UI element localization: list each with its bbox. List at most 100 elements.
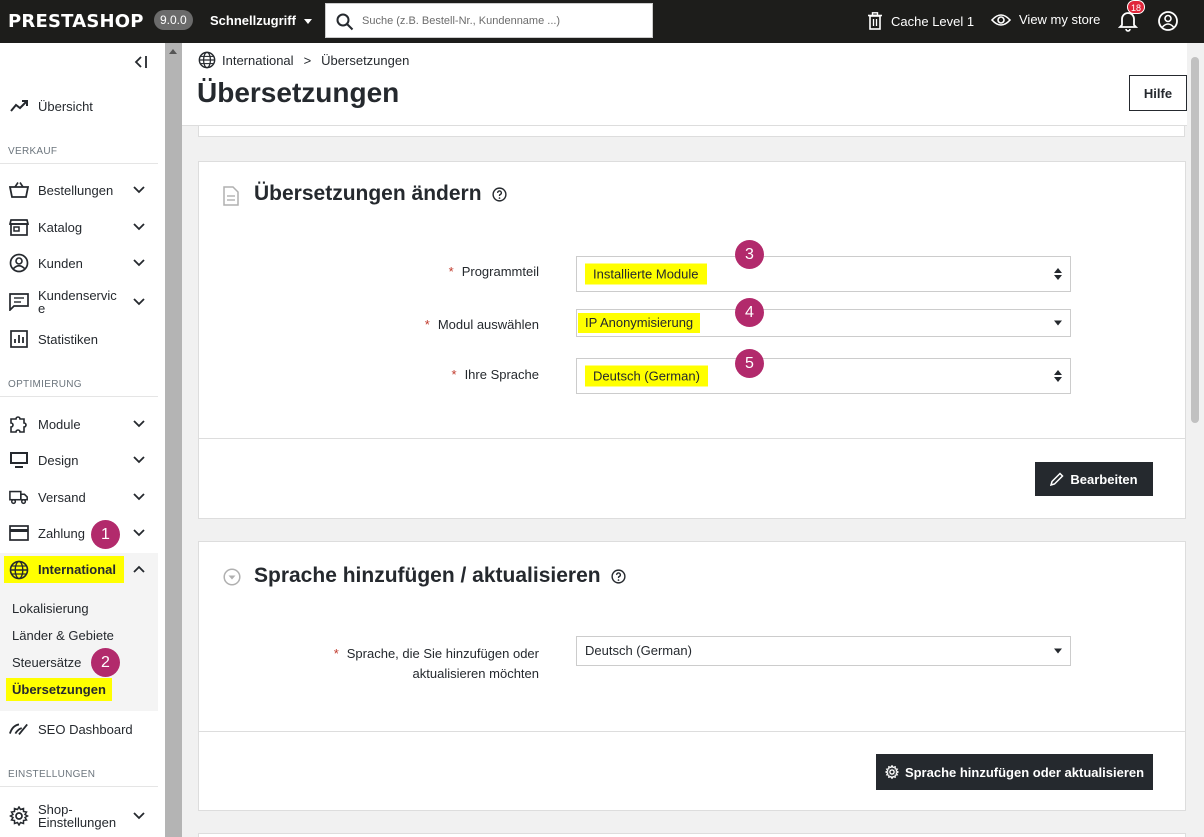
type-select-value: Installierte Module xyxy=(585,263,707,285)
cache-button[interactable]: Cache Level 1 xyxy=(867,12,974,30)
module-label: * Modul auswählen xyxy=(424,317,539,332)
type-select[interactable]: Installierte Module xyxy=(576,256,1071,292)
seo-gauge-icon xyxy=(9,719,29,739)
chart-icon xyxy=(9,329,29,349)
sidebar-item-seo[interactable]: SEO Dashboard xyxy=(0,714,158,744)
main-scrollbar[interactable] xyxy=(1187,43,1204,837)
search-box[interactable] xyxy=(325,3,653,38)
sidebar-item-shop-settings[interactable]: Shop-Einstellungen xyxy=(0,800,158,832)
eye-icon xyxy=(991,13,1011,26)
search-icon xyxy=(336,13,354,31)
globe-icon xyxy=(198,51,216,69)
sidebar-subitem-translations[interactable]: Übersetzungen xyxy=(6,678,112,701)
divider xyxy=(0,396,158,397)
card-title-text: Sprache hinzufügen / aktualisieren xyxy=(254,564,601,587)
add-language-select-value: Deutsch (German) xyxy=(585,643,692,658)
sidebar-scrollbar[interactable] xyxy=(165,43,182,837)
chevron-up-icon xyxy=(133,565,145,573)
step-badge-5: 5 xyxy=(735,349,764,378)
collapse-sidebar-icon[interactable] xyxy=(132,55,148,69)
top-bar: PRESTASHOP 9.0.0 Schnellzugriff Cache Le… xyxy=(0,0,1204,43)
trash-icon xyxy=(868,12,882,30)
chevron-down-icon xyxy=(133,812,145,820)
breadcrumb-separator: > xyxy=(303,52,312,68)
card-footer: Sprache hinzufügen oder aktualisieren xyxy=(199,731,1185,811)
sidebar-item-shipping[interactable]: Versand xyxy=(0,482,158,512)
user-circle-icon xyxy=(9,253,29,273)
chevron-down-icon xyxy=(133,493,145,501)
chevron-down-icon xyxy=(133,456,145,464)
language-select[interactable]: Deutsch (German) xyxy=(576,358,1071,394)
help-circle-icon[interactable] xyxy=(491,186,507,202)
sidebar-subitem-taxes[interactable]: Steuersätze xyxy=(12,655,81,670)
add-language-card: Sprache hinzufügen / aktualisieren * Spra… xyxy=(198,541,1186,811)
sidebar-item-customer-service[interactable]: Kundenservic e xyxy=(0,286,158,318)
sidebar-item-label: Module xyxy=(38,416,81,432)
chat-icon xyxy=(9,292,29,312)
sidebar-item-orders[interactable]: Bestellungen xyxy=(0,175,158,205)
chevron-down-icon xyxy=(133,529,145,537)
scrollbar-thumb[interactable] xyxy=(1191,57,1199,423)
scroll-up-arrow[interactable] xyxy=(169,49,177,54)
sidebar-item-label: Kundenservic e xyxy=(38,288,117,316)
gear-icon xyxy=(9,806,29,826)
step-badge-3: 3 xyxy=(735,240,764,269)
section-sales: VERKAUF xyxy=(8,146,58,157)
view-store-label: View my store xyxy=(1019,12,1101,27)
chevron-down-icon xyxy=(133,259,145,267)
card-footer: Bearbeiten xyxy=(199,438,1185,518)
sidebar-subitem-countries[interactable]: Länder & Gebiete xyxy=(12,628,114,643)
add-update-language-button[interactable]: Sprache hinzufügen oder aktualisieren xyxy=(876,754,1153,790)
divider xyxy=(0,163,158,164)
chevron-down-icon xyxy=(133,420,145,428)
page-header: International > Übersetzungen Übersetzun… xyxy=(182,43,1187,126)
edit-button[interactable]: Bearbeiten xyxy=(1035,462,1153,496)
edit-button-label: Bearbeiten xyxy=(1070,471,1138,487)
sidebar-item-label: Katalog xyxy=(38,219,83,235)
version-badge: 9.0.0 xyxy=(154,10,193,30)
notification-count-badge: 18 xyxy=(1127,0,1145,14)
sidebar-item-statistics[interactable]: Statistiken xyxy=(0,324,158,354)
next-card-top xyxy=(198,833,1186,837)
sidebar-item-design[interactable]: Design xyxy=(0,445,158,475)
globe-icon xyxy=(9,560,29,580)
help-button[interactable]: Hilfe xyxy=(1129,75,1187,111)
sidebar-item-overview[interactable]: Übersicht xyxy=(0,91,158,121)
expand-circle-icon[interactable] xyxy=(223,568,241,586)
add-update-language-label: Sprache hinzufügen oder aktualisieren xyxy=(904,764,1145,780)
sidebar-item-label: Design xyxy=(38,452,79,468)
breadcrumb-parent[interactable]: International xyxy=(222,53,294,68)
add-language-select[interactable]: Deutsch (German) xyxy=(576,636,1071,666)
search-input[interactable] xyxy=(362,12,642,30)
sidebar-item-customers[interactable]: Kunden xyxy=(0,248,158,278)
language-select-value: Deutsch (German) xyxy=(585,365,708,387)
sidebar-item-modules[interactable]: Module xyxy=(0,409,158,439)
gear-icon xyxy=(884,765,899,779)
card-title-text: Übersetzungen ändern xyxy=(254,182,482,205)
prestashop-logo[interactable]: PRESTASHOP xyxy=(8,11,144,32)
view-store-link[interactable]: View my store xyxy=(991,12,1100,27)
chevron-down-icon xyxy=(133,186,145,194)
language-label: * Ihre Sprache xyxy=(451,367,540,382)
module-select-value: IP Anonymisierung xyxy=(578,313,701,333)
caret-down-icon xyxy=(1054,648,1062,654)
sidebar-item-label: Versand xyxy=(38,489,86,505)
sidebar-item-label: Übersicht xyxy=(38,98,93,114)
breadcrumb-current: Übersetzungen xyxy=(321,52,410,68)
puzzle-icon xyxy=(9,414,29,434)
quick-access-menu[interactable]: Schnellzugriff xyxy=(210,13,312,28)
user-account-icon[interactable] xyxy=(1157,10,1179,32)
sidebar-item-international[interactable]: International xyxy=(4,556,124,583)
store-icon xyxy=(9,217,29,237)
sidebar-item-catalog[interactable]: Katalog xyxy=(0,212,158,242)
caret-down-icon xyxy=(303,19,312,25)
basket-icon xyxy=(9,180,29,200)
sidebar-subitem-localization[interactable]: Lokalisierung xyxy=(12,601,89,616)
caret-down-icon xyxy=(1054,320,1062,326)
help-circle-icon[interactable] xyxy=(611,568,626,584)
sidebar-item-payment[interactable]: Zahlung xyxy=(0,518,158,548)
breadcrumb: International > Übersetzungen xyxy=(198,51,409,69)
document-icon xyxy=(223,186,239,206)
module-select[interactable]: IP Anonymisierung xyxy=(576,309,1071,337)
sidebar-item-label: Bestellungen xyxy=(38,182,114,198)
